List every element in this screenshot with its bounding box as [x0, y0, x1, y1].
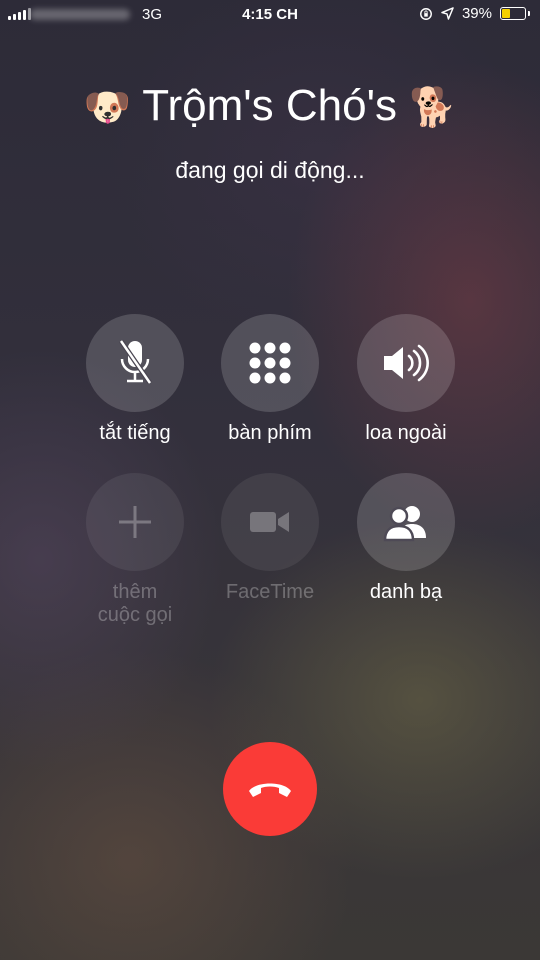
end-call-button[interactable]	[223, 742, 317, 836]
keypad-dot	[249, 372, 261, 384]
keypad-dot	[279, 372, 291, 384]
keypad-dot	[249, 342, 261, 354]
facetime-button[interactable]: FaceTime	[195, 473, 345, 604]
add-call-label-line1: thêm	[112, 581, 158, 603]
speaker-icon	[384, 344, 429, 382]
battery-percent: 39%	[461, 5, 492, 22]
add-call-icon	[119, 506, 151, 538]
battery-icon	[500, 7, 530, 20]
call-status: đang gọi di động...	[175, 157, 365, 183]
location-arrow-icon	[441, 7, 454, 20]
add-call-label-line2: cuộc gọi	[97, 604, 173, 626]
puppy-face-emoji: 🐶	[83, 87, 131, 129]
status-bar: 3G 4:15 CH 39%	[0, 0, 540, 30]
keypad-icon	[249, 342, 291, 384]
caller-name: Trộm's Chó's	[142, 81, 397, 130]
speaker-label: loa ngoài	[365, 422, 447, 444]
contacts-label: danh bạ	[369, 581, 443, 603]
speaker-button[interactable]: loa ngoài	[331, 314, 481, 445]
keypad-dot	[249, 357, 261, 369]
orientation-lock-icon	[420, 7, 432, 20]
contacts-button[interactable]: danh bạ	[331, 473, 481, 604]
contacts-icon	[383, 506, 426, 542]
keypad-dot	[264, 372, 276, 384]
mute-button[interactable]: tắt tiếng	[60, 314, 210, 445]
keypad-label: bàn phím	[228, 422, 312, 444]
keypad-dot	[264, 342, 276, 354]
hang-up-icon	[249, 783, 291, 797]
keypad-dot	[279, 342, 291, 354]
keypad-dot	[279, 357, 291, 369]
mute-microphone-icon	[118, 339, 153, 385]
keypad-button[interactable]: bàn phím	[195, 314, 345, 445]
caller-name-row: 🐶 Trộm's Chó's 🐕	[0, 80, 540, 134]
mute-label: tắt tiếng	[99, 422, 171, 444]
dog-emoji: 🐕	[409, 87, 457, 129]
add-call-button[interactable]: thêm cuộc gọi	[60, 473, 210, 627]
facetime-video-icon	[250, 512, 289, 532]
facetime-label: FaceTime	[225, 581, 315, 603]
keypad-dot	[264, 357, 276, 369]
